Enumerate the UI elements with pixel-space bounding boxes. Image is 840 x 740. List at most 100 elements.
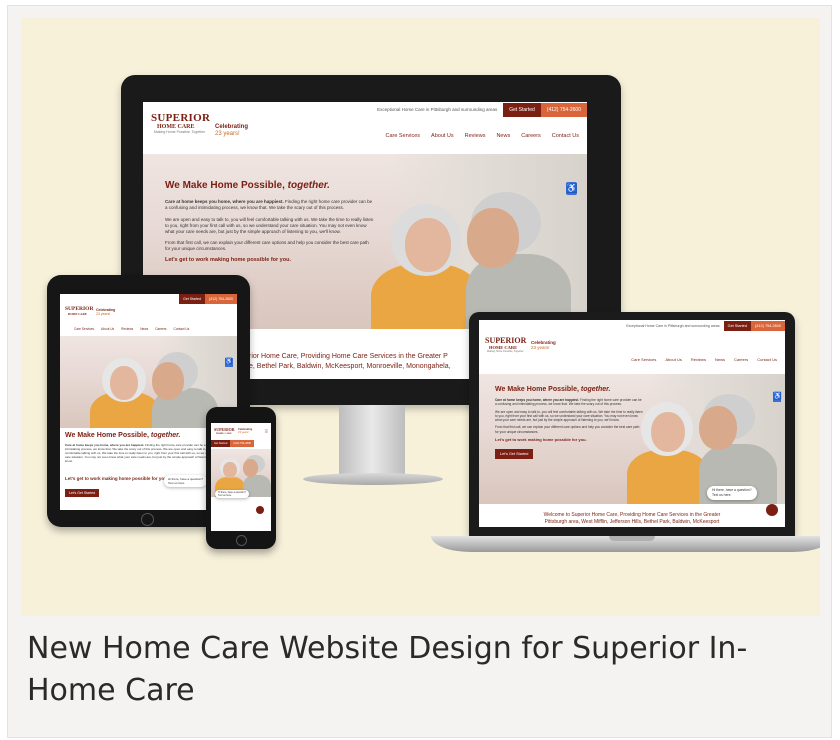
phone-get-started-button[interactable]: Get Started	[211, 440, 231, 447]
laptop-chat-line-2: Text us here.	[712, 493, 732, 497]
laptop-nav: Care Services About Us Reviews News Care…	[631, 357, 777, 362]
tablet-nav-contact-us[interactable]: Contact Us	[174, 327, 190, 331]
tablet-logo-subtext: HOME CARE	[68, 312, 87, 316]
laptop-tagline: Exceptional Home Care in Pittsburgh and …	[626, 323, 720, 328]
nav-reviews[interactable]: Reviews	[465, 133, 486, 139]
laptop-logo-slogan: Making Home Possible, Together	[487, 350, 524, 353]
tablet-lets-get-started-button[interactable]: Let's Get Started	[65, 489, 100, 497]
laptop-nav-careers[interactable]: Careers	[734, 357, 748, 362]
tablet-nav-about-us[interactable]: About Us	[101, 327, 114, 331]
logo-text: SUPERIOR	[151, 112, 211, 124]
years-label: 23 years!	[215, 131, 240, 137]
site-topbar: Exceptional Home Care in Pittsburgh and …	[377, 102, 587, 117]
man-face	[467, 208, 519, 268]
laptop-welcome-line-1: Welcome to Superior Home Care, Providing…	[543, 512, 721, 518]
tablet-headline-emphasis: together.	[150, 432, 181, 439]
phone-logo-subtext: HOME CARE	[216, 432, 232, 435]
laptop-welcome-line-2: Pittsburgh area, West Mifflin, Jefferson…	[544, 519, 720, 525]
laptop-nav-care-services[interactable]: Care Services	[631, 357, 656, 362]
phone-screen: SUPERIOR HOME CARE Celebrating 23 years!…	[211, 423, 271, 531]
main-nav: Care Services About Us Reviews News Care…	[385, 133, 579, 139]
phone-celebrating: Celebrating 23 years!	[238, 428, 252, 434]
tablet-nav-care-services[interactable]: Care Services	[74, 327, 94, 331]
tablet-topbar: Get Started (412) 754-2600	[179, 294, 237, 304]
phone-button[interactable]: (412) 754-2600	[540, 102, 587, 117]
laptop-logo[interactable]: SUPERIOR HOME CARE Making Home Possible,…	[485, 336, 526, 353]
hero-cta-line: Let's get to work making home possible f…	[165, 257, 291, 263]
tablet-nav-news[interactable]: News	[140, 327, 148, 331]
phone-man-face	[243, 459, 258, 477]
hero-copy: We Make Home Possible, together. Care at…	[165, 180, 375, 263]
tablet-home-button	[141, 513, 154, 526]
site-logo[interactable]: SUPERIOR HOME CARE Making Home Possible,…	[151, 112, 210, 134]
laptop-headline: We Make Home Possible, together.	[495, 386, 643, 393]
laptop-cta-line: Let's get to work making home possible f…	[495, 437, 587, 443]
nav-contact-us[interactable]: Contact Us	[552, 133, 579, 139]
tablet-get-started-button[interactable]: Get Started	[179, 294, 206, 304]
headline-emphasis: together.	[287, 180, 330, 191]
tablet-celebrating: Celebrating 23 years!	[96, 308, 115, 316]
monitor-stand-base	[303, 473, 443, 485]
para1-bold: Care at home keeps you home, where you a…	[165, 199, 284, 204]
laptop-paragraph-2: We are open and easy to talk to, you wil…	[495, 409, 643, 423]
laptop-paragraph-3: From that first call, we can explain you…	[495, 425, 640, 434]
tablet-chat-line-2: Text us here.	[168, 481, 186, 485]
laptop-nav-reviews[interactable]: Reviews	[691, 357, 706, 362]
accessibility-icon[interactable]: ♿	[566, 182, 577, 195]
laptop-nav-news[interactable]: News	[715, 357, 725, 362]
phone-chat-bubble[interactable]: Hi there, have a question? Text us here.	[215, 490, 249, 498]
tablet-nav-careers[interactable]: Careers	[155, 327, 166, 331]
laptop-lets-get-started-button[interactable]: Let's Get Started	[495, 449, 534, 460]
tablet-woman-face	[110, 366, 138, 400]
tablet-couple-photo	[90, 352, 220, 428]
laptop-topbar: Exceptional Home Care in Pittsburgh and …	[626, 320, 785, 331]
phone-logo[interactable]: SUPERIOR HOME CARE	[214, 427, 235, 435]
laptop-hero-copy: We Make Home Possible, together. Care at…	[495, 386, 643, 460]
get-started-button[interactable]: Get Started	[503, 102, 541, 117]
phone-home-button	[236, 535, 247, 546]
nav-care-services[interactable]: Care Services	[385, 133, 420, 139]
nav-careers[interactable]: Careers	[521, 133, 541, 139]
laptop-welcome-text: Welcome to Superior Home Care, Providing…	[479, 512, 785, 526]
laptop-accessibility-icon[interactable]: ♿	[773, 392, 782, 402]
phone-woman-face	[223, 462, 237, 478]
nav-news[interactable]: News	[496, 133, 510, 139]
laptop-phone-button[interactable]: (412) 754-2600	[751, 320, 785, 331]
portfolio-card: Exceptional Home Care in Pittsburgh and …	[7, 5, 832, 738]
phone-years-label: 23 years!	[238, 431, 249, 434]
phone-chat-line-2: Text us here.	[218, 494, 232, 497]
phone-topbar: Get Started (412) 754-2600	[211, 440, 255, 447]
laptop-headline-emphasis: together.	[580, 386, 611, 393]
post-title[interactable]: New Home Care Website Design for Superio…	[27, 628, 807, 712]
headline-text: We Make Home Possible,	[165, 180, 288, 191]
celebrating-badge: Celebrating 23 years!	[215, 124, 248, 138]
logo-slogan: Making Home Possible, Together	[154, 130, 206, 134]
tablet-chat-bubble[interactable]: Hi there, have a question? Text us here.	[164, 475, 208, 487]
woman-face	[405, 218, 451, 272]
celebrating-label: Celebrating	[215, 124, 249, 130]
phone-phone-button[interactable]: (412) 754-2600	[230, 440, 255, 447]
tablet-man-face	[152, 362, 184, 400]
laptop-paragraph-1: Care at home keeps you home, where you a…	[495, 398, 643, 407]
tagline: Exceptional Home Care in Pittsburgh and …	[377, 107, 498, 112]
laptop-nav-about-us[interactable]: About Us	[665, 357, 681, 362]
tablet-accessibility-icon[interactable]: ♿	[225, 358, 233, 367]
hero-paragraph-1: Care at home keeps you home, where you a…	[165, 199, 375, 211]
laptop-get-started-button[interactable]: Get Started	[723, 320, 752, 331]
nav-about-us[interactable]: About Us	[431, 133, 454, 139]
couple-photo	[371, 192, 571, 329]
hamburger-menu-icon[interactable]: ≡	[264, 429, 268, 435]
tablet-headline-text: We Make Home Possible,	[65, 432, 151, 439]
laptop-chat-bubble[interactable]: Hi there, have a question? Text us here.	[707, 486, 757, 500]
tablet-logo[interactable]: SUPERIOR HOME CARE	[65, 306, 93, 316]
laptop-nav-contact-us[interactable]: Contact Us	[757, 357, 777, 362]
hero-paragraph-2: We are open and easy to talk to, you wil…	[165, 217, 374, 234]
laptop-woman-face	[651, 412, 685, 452]
tablet-phone-button[interactable]: (412) 754-2600	[205, 294, 237, 304]
laptop-headline-text: We Make Home Possible,	[495, 386, 581, 393]
phone-chat-icon[interactable]	[256, 506, 264, 514]
laptop-celebrating: Celebrating 23 years!	[531, 340, 556, 350]
tablet-nav-reviews[interactable]: Reviews	[121, 327, 133, 331]
hero-headline: We Make Home Possible, together.	[165, 180, 375, 191]
tablet-nav: Care Services About Us Reviews News Care…	[74, 327, 189, 331]
